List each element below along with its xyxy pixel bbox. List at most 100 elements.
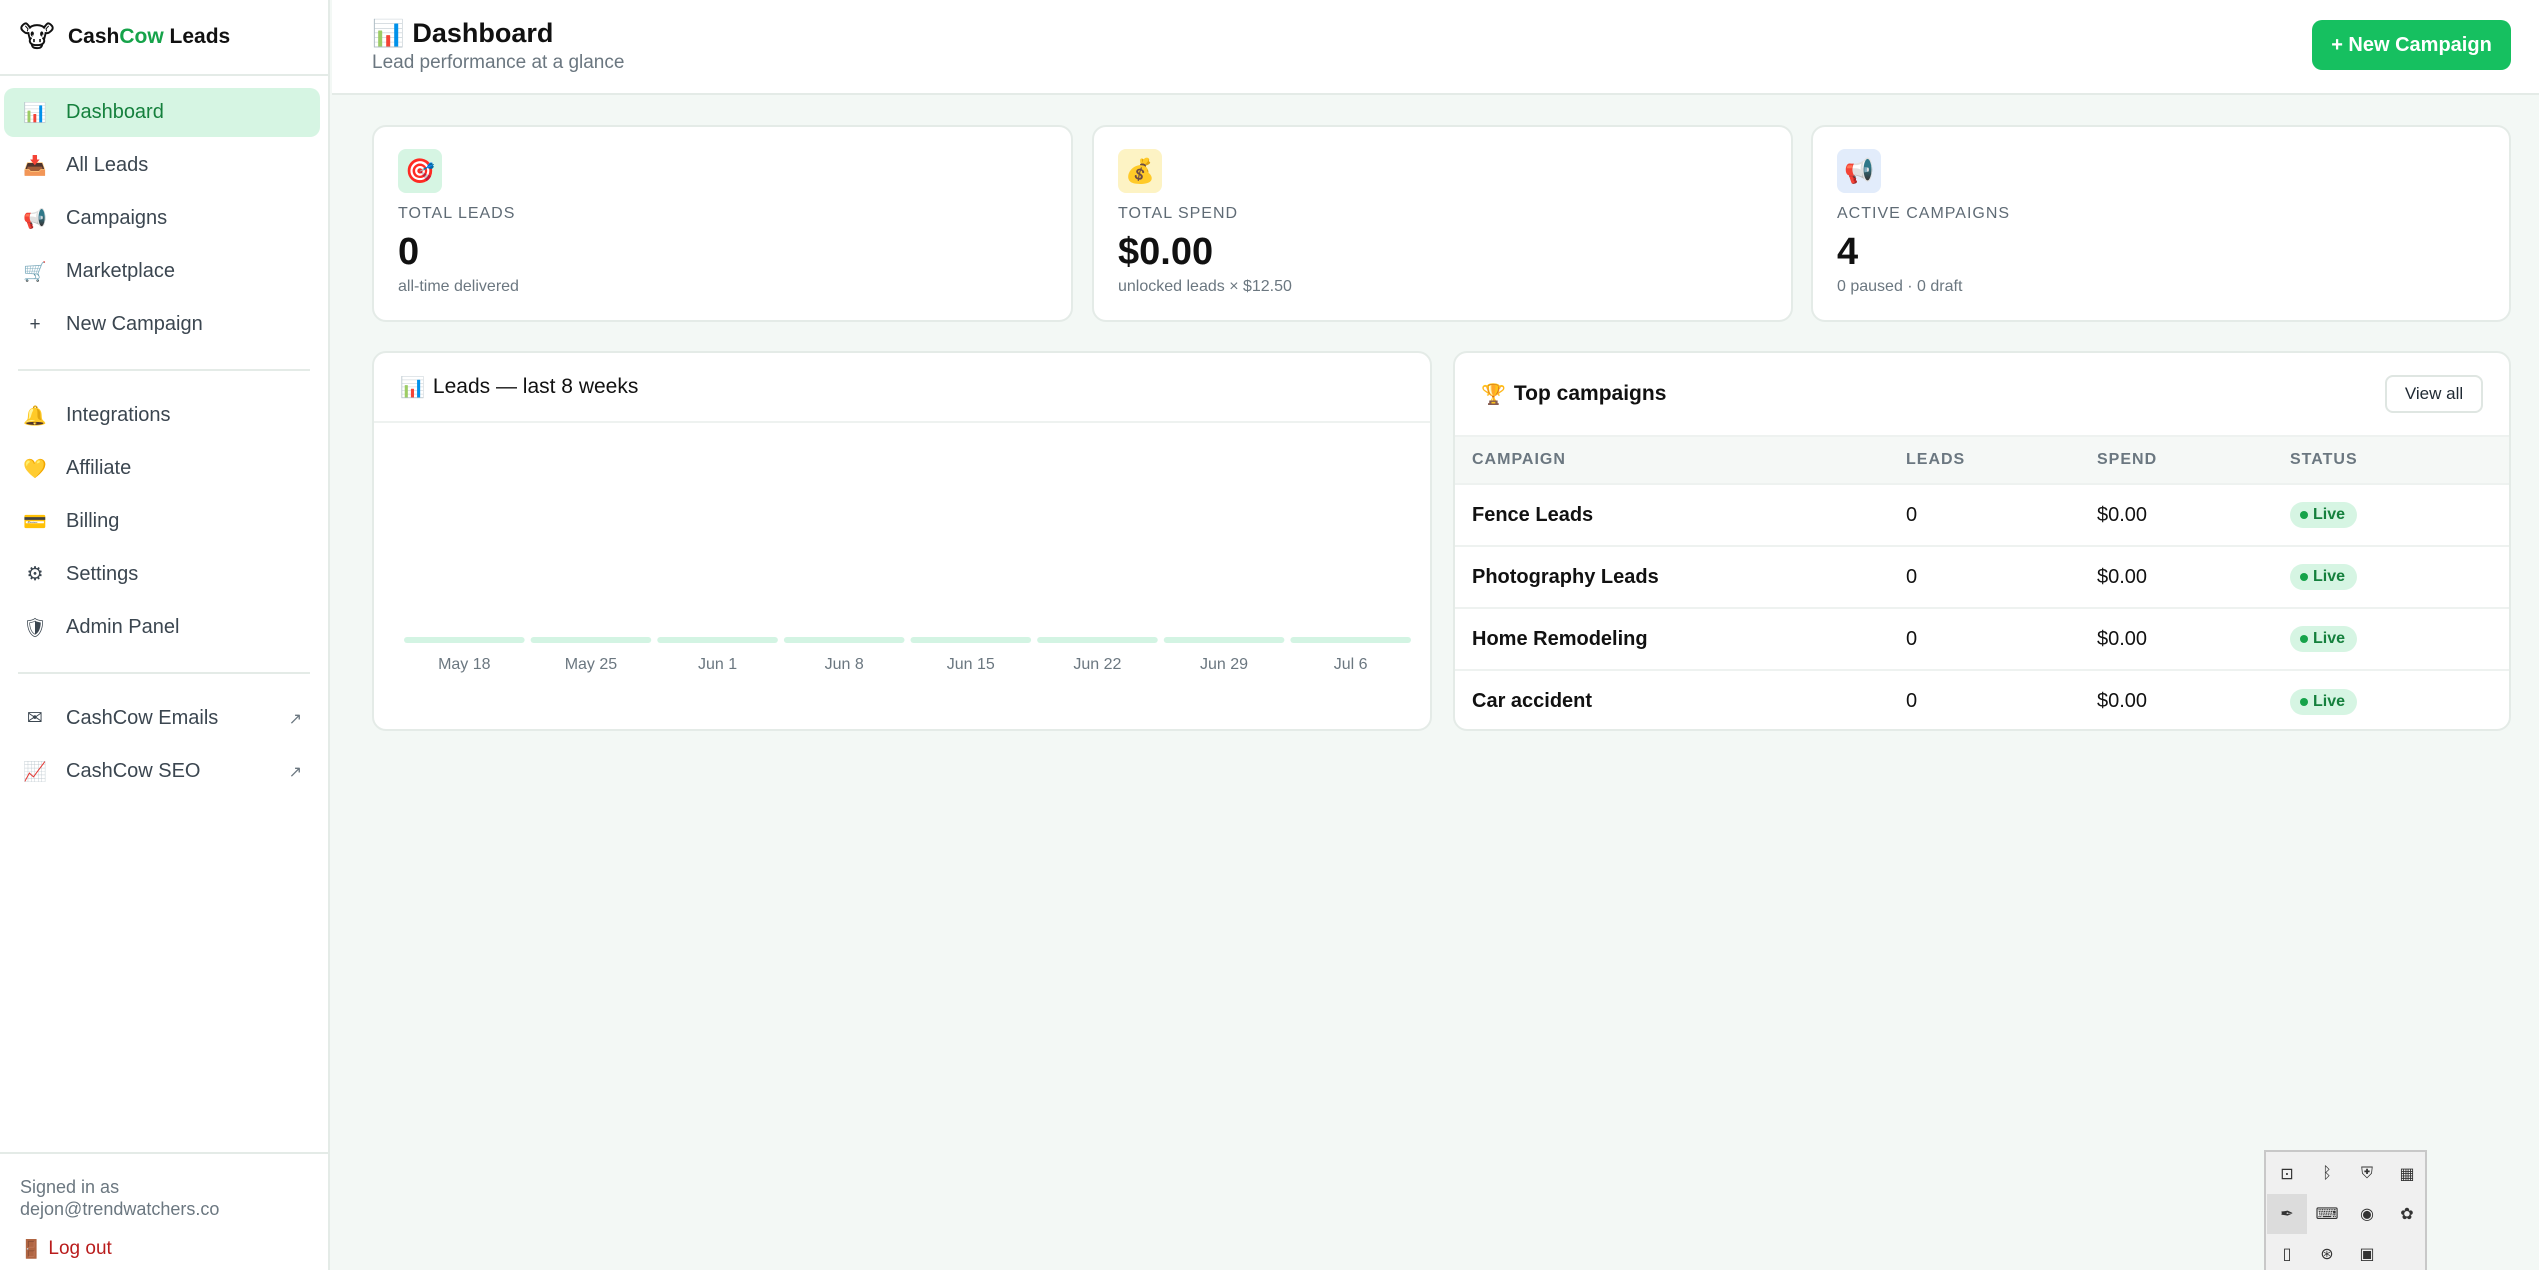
bar-chart-icon: 📊	[400, 376, 425, 399]
door-icon: 🚪	[20, 1238, 43, 1259]
sidebar-item-label: Settings	[66, 563, 139, 585]
external-nav: ✉ CashCow Emails ↗ 📈 CashCow SEO ↗	[0, 682, 328, 808]
leads-chart: May 18 May 25 Jun 1 Jun 8 Jun 15 Jun 22 Jun 29…	[404, 637, 1411, 673]
plug-icon[interactable]: ⊡	[2267, 1154, 2307, 1194]
system-tray-overflow: ⊡ ᛒ ⛨ ▦ ✒ ⌨ ◉ ✿ ▯ ⊛ ▣	[2264, 1150, 2427, 1270]
chart-bar[interactable]	[530, 637, 652, 643]
table-header-row: CAMPAIGN LEADS SPEND STATUS	[1455, 436, 2509, 484]
external-link-icon: ↗	[288, 763, 302, 781]
sidebar-item-all-leads[interactable]: 📥 All Leads	[4, 141, 320, 190]
chart-bar[interactable]	[783, 637, 905, 643]
campaign-leads: 0	[1906, 690, 1918, 712]
table-row[interactable]: Fence Leads 0 $0.00 Live	[1455, 484, 2509, 546]
campaign-spend: $0.00	[2097, 690, 2148, 712]
brand[interactable]: 🐮 CashCow Leads	[0, 0, 328, 76]
status-text: Live	[2313, 568, 2346, 585]
status-dot-icon	[2300, 511, 2308, 519]
usb-icon[interactable]: ▯	[2267, 1234, 2307, 1270]
status-dot-icon	[2300, 573, 2308, 581]
gamepad-icon[interactable]: ⌨	[2307, 1194, 2347, 1234]
chart-x-tick-label: Jun 15	[947, 656, 995, 673]
chart-bar[interactable]	[1037, 637, 1158, 643]
campaign-spend: $0.00	[2097, 565, 2148, 588]
cart-icon: 🛒	[23, 261, 47, 283]
sidebar-item-label: Dashboard	[66, 101, 164, 123]
chart-bar[interactable]	[404, 637, 525, 643]
sidebar-item-affiliate[interactable]: 💛 Affiliate	[4, 444, 320, 493]
sidebar-item-billing[interactable]: 💳 Billing	[4, 497, 320, 546]
sidebar-item-marketplace[interactable]: 🛒 Marketplace	[4, 247, 320, 296]
sidebar-item-admin-panel[interactable]: 🛡 Admin Panel	[4, 603, 320, 652]
campaign-spend: $0.00	[2097, 503, 2148, 526]
status-badge: Live	[2290, 564, 2358, 590]
sidebar-item-cashcow-emails[interactable]: ✉ CashCow Emails ↗	[4, 694, 320, 743]
plus-icon: +	[29, 313, 41, 335]
new-campaign-button[interactable]: + New Campaign	[2312, 20, 2511, 70]
chart-bar[interactable]	[1163, 637, 1285, 643]
steam-icon[interactable]: ◉	[2347, 1194, 2387, 1234]
table-row[interactable]: Home Remodeling 0 $0.00 Live	[1455, 608, 2509, 670]
chart-header: 📊 Leads — last 8 weeks	[374, 353, 1430, 423]
megaphone-icon: 📢	[23, 208, 47, 230]
campaign-name[interactable]: Home Remodeling	[1455, 608, 1906, 670]
chart-bar[interactable]	[910, 637, 1032, 643]
campaign-name[interactable]: Car accident	[1455, 670, 1906, 729]
chart-up-icon: 📈	[23, 761, 47, 783]
brand-name: CashCow Leads	[68, 25, 231, 48]
chart-bar[interactable]	[657, 637, 778, 643]
campaign-spend: $0.00	[2097, 627, 2148, 650]
cow-logo-icon: 🐮	[19, 20, 55, 54]
sidebar-item-label: New Campaign	[66, 313, 203, 335]
chatgpt-icon[interactable]: ⊛	[2307, 1234, 2347, 1270]
chart-bar[interactable]	[1290, 637, 1411, 643]
user-email: dejon@trendwatchers.co	[20, 1199, 220, 1219]
shield-tray-icon[interactable]: ⛨	[2347, 1154, 2387, 1194]
sidebar: 🐮 CashCow Leads 📊 Dashboard 📥 All Leads …	[0, 0, 330, 1270]
signed-in-label: Signed in as	[20, 1177, 120, 1197]
top-campaigns-title: Top campaigns	[1513, 382, 1667, 405]
campaign-name[interactable]: Photography Leads	[1455, 546, 1906, 608]
column-header-status[interactable]: STATUS	[2290, 436, 2509, 484]
view-all-button[interactable]: View all	[2385, 375, 2483, 413]
gear-icon: ⚙	[26, 564, 44, 585]
logout-button[interactable]: 🚪 Log out	[20, 1238, 308, 1260]
column-header-spend[interactable]: SPEND	[2097, 436, 2290, 484]
main-nav: 📊 Dashboard 📥 All Leads 📢 Campaigns 🛒 Ma…	[0, 76, 328, 361]
secondary-nav: 🔔 Integrations 💛 Affiliate 💳 Billing ⚙ S…	[0, 379, 328, 664]
palette-icon[interactable]: ✿	[2387, 1194, 2427, 1234]
sidebar-item-label: Billing	[66, 510, 120, 532]
sidebar-item-label: Admin Panel	[66, 616, 180, 638]
app-tray-icon[interactable]: ▦	[2387, 1154, 2427, 1194]
column-header-campaign[interactable]: CAMPAIGN	[1455, 436, 1906, 484]
stat-value: $0.00	[1118, 231, 1214, 273]
status-dot-icon	[2300, 635, 2308, 643]
chart-x-tick-label: Jun 22	[1073, 656, 1121, 673]
campaign-leads: 0	[1906, 503, 1918, 526]
top-campaigns-card: 🏆 Top campaigns View all CAMPAIGN LEADS …	[1453, 351, 2511, 731]
sidebar-item-cashcow-seo[interactable]: 📈 CashCow SEO ↗	[4, 747, 320, 796]
sidebar-item-dashboard[interactable]: 📊 Dashboard	[4, 88, 320, 137]
sidebar-item-label: CashCow Emails	[66, 707, 219, 729]
chart-x-tick-label: Jun 29	[1200, 656, 1248, 673]
calendar-tray-icon[interactable]: ▣	[2347, 1234, 2387, 1270]
sidebar-item-new-campaign[interactable]: + New Campaign	[4, 300, 320, 349]
megaphone-icon: 📢	[1837, 149, 1881, 193]
stat-sub: unlocked leads × $12.50	[1118, 278, 1292, 295]
campaign-name[interactable]: Fence Leads	[1455, 484, 1906, 546]
bar-chart-icon: 📊	[23, 102, 47, 124]
sidebar-item-campaigns[interactable]: 📢 Campaigns	[4, 194, 320, 243]
sidebar-item-label: Campaigns	[66, 207, 168, 229]
column-header-leads[interactable]: LEADS	[1906, 436, 2097, 484]
table-row[interactable]: Photography Leads 0 $0.00 Live	[1455, 546, 2509, 608]
campaign-leads: 0	[1906, 627, 1918, 650]
bluetooth-icon[interactable]: ᛒ	[2307, 1154, 2347, 1194]
sidebar-footer: Signed in as dejon@trendwatchers.co 🚪 Lo…	[0, 1152, 328, 1270]
table-row[interactable]: Car accident 0 $0.00 Live	[1455, 670, 2509, 729]
sidebar-item-integrations[interactable]: 🔔 Integrations	[4, 391, 320, 440]
mail-icon: ✉	[27, 708, 43, 729]
pen-icon[interactable]: ✒	[2267, 1194, 2307, 1234]
sidebar-item-settings[interactable]: ⚙ Settings	[4, 550, 320, 599]
chart-title: Leads — last 8 weeks	[432, 375, 639, 398]
stat-value: 0	[398, 231, 420, 273]
stat-label: TOTAL SPEND	[1118, 205, 1239, 222]
